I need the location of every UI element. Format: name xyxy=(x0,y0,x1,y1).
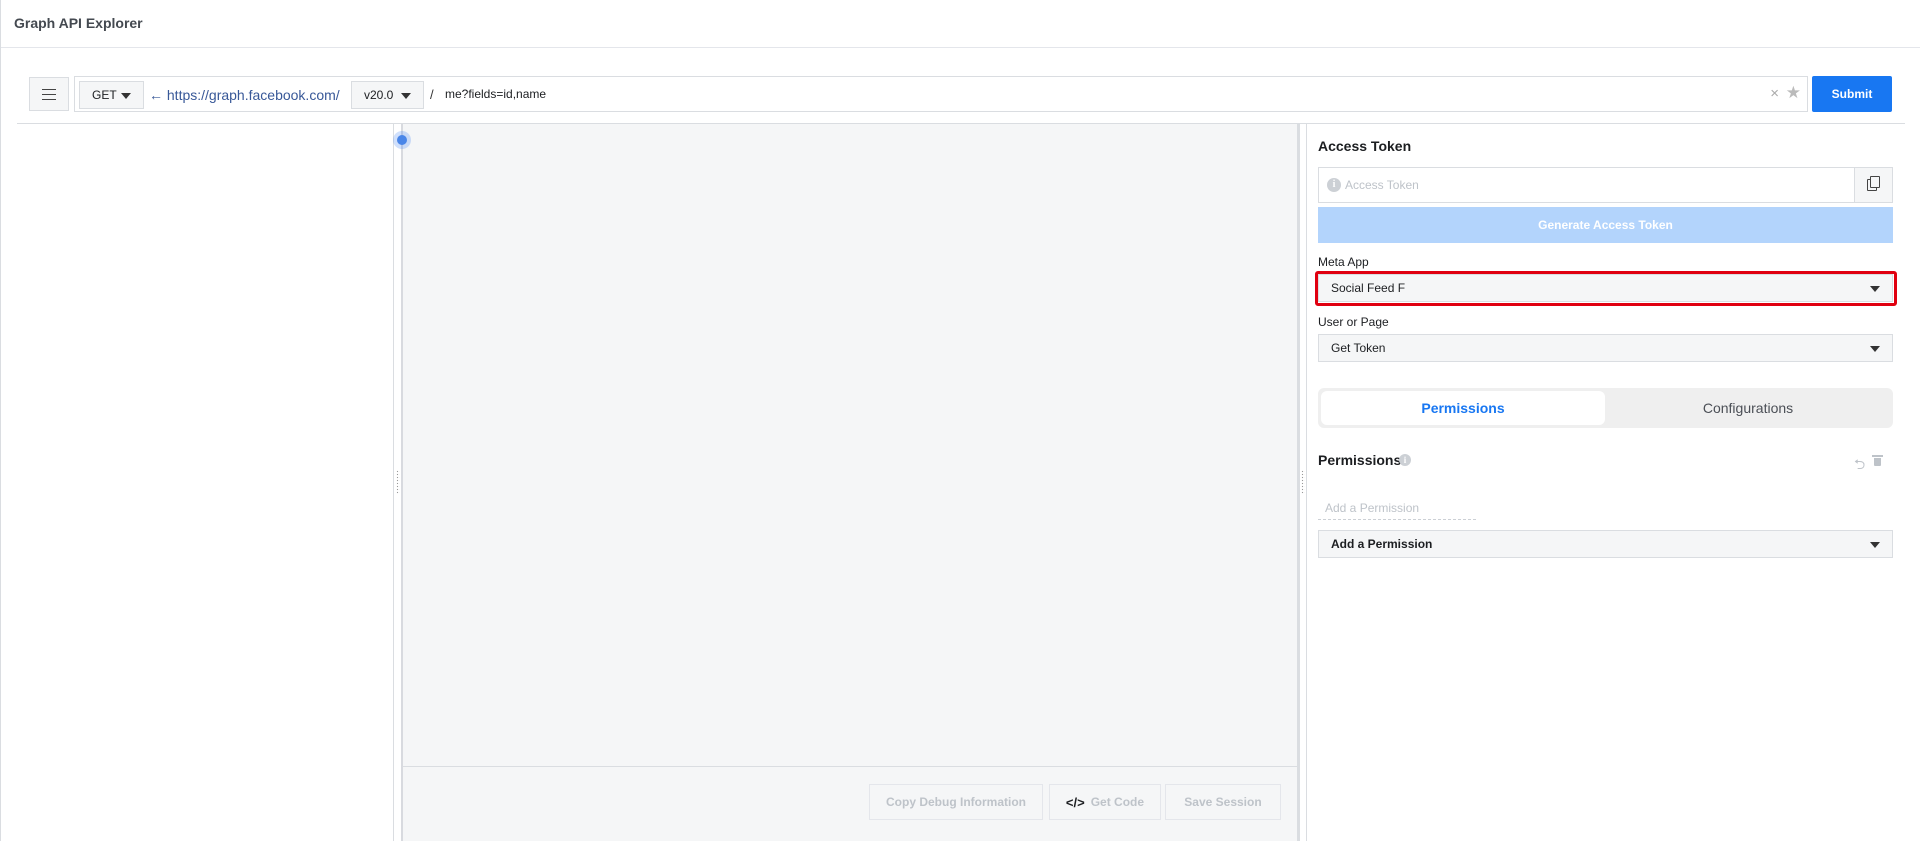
access-token-heading: Access Token xyxy=(1318,138,1412,154)
divider xyxy=(403,766,1297,767)
access-token-input[interactable] xyxy=(1345,174,1845,196)
response-pane: Copy Debug Information </> Get Code Save… xyxy=(401,124,1297,841)
info-icon[interactable]: i xyxy=(1399,454,1411,466)
clear-icon[interactable]: × xyxy=(1770,85,1779,102)
trash-icon[interactable] xyxy=(1872,455,1883,466)
base-url: ← https://graph.facebook.com/ xyxy=(149,87,340,103)
generate-access-token-button[interactable]: Generate Access Token xyxy=(1318,207,1893,243)
path-separator: / xyxy=(430,87,434,102)
loading-indicator xyxy=(393,131,411,149)
add-permission-value: Add a Permission xyxy=(1331,537,1433,551)
top-bar: Graph API Explorer xyxy=(1,0,1920,48)
base-url-text: https://graph.facebook.com/ xyxy=(166,87,340,103)
copy-debug-label: Copy Debug Information xyxy=(886,795,1026,809)
caret-down-icon xyxy=(1870,286,1880,292)
access-token-field: i xyxy=(1318,167,1893,203)
caret-down-icon xyxy=(1870,542,1880,548)
grip-icon xyxy=(396,470,400,494)
app-title: Graph API Explorer xyxy=(14,15,143,31)
http-method-value: GET xyxy=(92,88,117,102)
get-code-label: Get Code xyxy=(1090,795,1145,809)
arrow-left-icon: ← xyxy=(149,87,163,103)
user-or-page-value: Get Token xyxy=(1331,341,1386,355)
copy-icon xyxy=(1870,176,1880,188)
undo-icon[interactable]: ⮌ xyxy=(1854,454,1865,478)
api-version-value: v20.0 xyxy=(364,88,394,102)
copy-token-button[interactable] xyxy=(1854,168,1892,202)
add-permission-select[interactable]: Add a Permission xyxy=(1318,530,1893,558)
field-explorer-pane xyxy=(17,124,393,841)
permissions-heading: Permissions xyxy=(1318,452,1402,468)
user-or-page-select[interactable]: Get Token xyxy=(1318,334,1893,362)
tab-configurations[interactable]: Configurations xyxy=(1606,391,1890,425)
user-or-page-label: User or Page xyxy=(1318,315,1389,329)
grip-icon xyxy=(1301,470,1305,494)
save-session-button[interactable]: Save Session xyxy=(1165,784,1281,820)
star-icon[interactable]: ★ xyxy=(1786,83,1801,103)
tab-permissions[interactable]: Permissions xyxy=(1321,391,1605,425)
add-permission-input[interactable] xyxy=(1318,496,1476,520)
query-path-input[interactable] xyxy=(441,82,1771,106)
meta-app-label: Meta App xyxy=(1318,255,1369,269)
http-method-select[interactable]: GET xyxy=(79,81,144,109)
token-settings-pane: Access Token i Generate Access Token Met… xyxy=(1307,124,1920,841)
caret-down-icon xyxy=(401,93,411,99)
save-session-label: Save Session xyxy=(1184,795,1262,809)
copy-debug-info-button[interactable]: Copy Debug Information xyxy=(869,784,1043,820)
settings-tabs: Permissions Configurations xyxy=(1318,388,1893,428)
request-url-bar: GET ← https://graph.facebook.com/ v20.0 … xyxy=(74,76,1808,112)
get-code-button[interactable]: </> Get Code xyxy=(1049,784,1161,820)
info-icon: i xyxy=(1327,178,1341,192)
api-version-select[interactable]: v20.0 xyxy=(351,81,424,109)
caret-down-icon xyxy=(121,93,131,99)
code-icon: </> xyxy=(1065,794,1085,810)
caret-down-icon xyxy=(1870,346,1880,352)
hamburger-menu-icon xyxy=(42,88,56,100)
meta-app-value: Social Feed F xyxy=(1331,281,1406,295)
graph-api-explorer-page: Graph API Explorer GET ← https://graph.f… xyxy=(0,0,1920,841)
hamburger-menu-button[interactable] xyxy=(29,77,69,111)
submit-button[interactable]: Submit xyxy=(1812,76,1892,112)
meta-app-select[interactable]: Social Feed F xyxy=(1318,274,1893,302)
